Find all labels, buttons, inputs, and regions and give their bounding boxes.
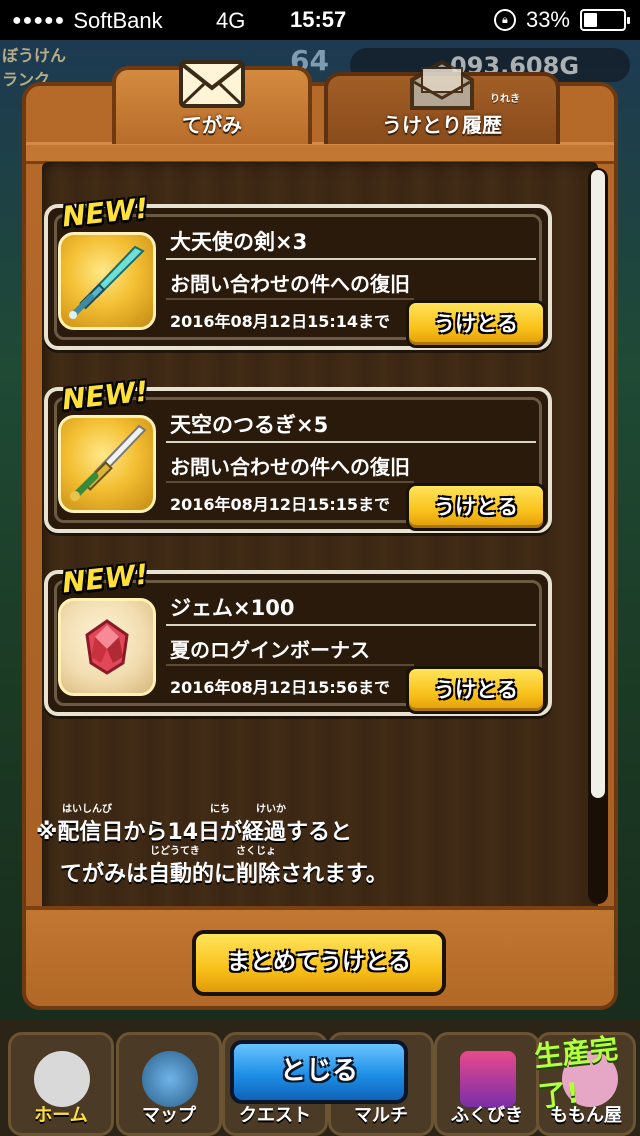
mail-item-title: ジェム×100 [170, 596, 295, 620]
opened-envelope-icon [410, 59, 474, 110]
mail-item-deadline: 2016年08月12日15:15まで [170, 495, 390, 514]
status-right: 🔒︎ 33% [493, 7, 630, 33]
furigana: さくじょ [236, 846, 276, 857]
divider [166, 481, 414, 483]
gem-icon [58, 598, 156, 696]
divider [166, 441, 536, 443]
notice-line-2: てがみは自動的に削除されます。 [60, 862, 388, 887]
sword-icon [69, 245, 145, 319]
treasure-chest-icon [460, 1051, 516, 1107]
mail-item: NEW! 大天使の剣×3 お問い合わせの件への復旧 2016年08月12日15:… [44, 192, 552, 350]
tab-receive-history[interactable]: りれき うけとり履歴 [324, 59, 560, 144]
tab-letters-label: てがみ [182, 113, 242, 137]
nav-home-label: ホーム [34, 1105, 88, 1126]
nav-map-label: マップ [142, 1105, 196, 1126]
mail-item-description: お問い合わせの件への復旧 [170, 272, 410, 296]
battery-icon [580, 9, 630, 31]
carrier-info: ●●●●● SoftBank [12, 8, 163, 34]
notice-line-1: ※配信日から14日が経過すると [36, 820, 353, 845]
tab-letters[interactable]: てがみ [112, 60, 312, 144]
cat-hat-avatar-icon [34, 1051, 90, 1107]
rotation-lock-icon: 🔒︎ [493, 9, 516, 31]
battery-percent: 33% [525, 7, 570, 32]
mail-item-title: 大天使の剣×3 [170, 230, 308, 254]
furigana: にち [210, 804, 230, 815]
nav-quest-label: クエスト [239, 1105, 311, 1126]
receive-button[interactable]: うけとる [406, 300, 546, 348]
receive-button[interactable]: うけとる [406, 483, 546, 531]
red-gem-icon [85, 619, 129, 675]
nav-lottery-label: ふくびき [451, 1105, 523, 1126]
divider [166, 624, 536, 626]
production-complete-label: 生産完了! [532, 1031, 620, 1114]
scrollbar[interactable] [588, 168, 608, 904]
globe-icon [142, 1051, 198, 1107]
nav-map[interactable]: マップ [116, 1032, 222, 1136]
carrier-name: SoftBank [73, 8, 163, 33]
furigana: じどうてき [150, 846, 200, 857]
tab-receive-history-label: うけとり履歴 [382, 113, 502, 137]
envelope-icon [179, 60, 245, 108]
network-type: 4G [216, 8, 246, 33]
nav-home[interactable]: ホーム [8, 1032, 114, 1136]
divider [166, 258, 536, 260]
furigana: はいしんび [62, 804, 112, 815]
status-bar: ●●●●● SoftBank 4G 15:57 🔒︎ 33% [0, 0, 640, 40]
history-ruby: りれき [490, 94, 520, 105]
sword-icon [70, 424, 147, 501]
receive-button[interactable]: うけとる [406, 666, 546, 714]
divider [166, 664, 414, 666]
mail-item-title: 天空のつるぎ×5 [170, 413, 329, 437]
nav-multi-label: マルチ [354, 1105, 408, 1126]
receive-all-button[interactable]: まとめてうけとる [192, 930, 446, 996]
clock: 15:57 [290, 7, 347, 32]
mail-item: NEW! ジェム×100 夏のログインボーナス 2016年08月12日15:56… [44, 558, 552, 716]
furigana: けいか [256, 804, 286, 815]
mail-item-description: お問い合わせの件への復旧 [170, 455, 410, 479]
scrollbar-thumb[interactable] [591, 170, 605, 798]
divider [166, 298, 414, 300]
nav-lottery[interactable]: ふくびき [434, 1032, 540, 1136]
mail-item-description: 夏のログインボーナス [170, 638, 370, 662]
close-button[interactable]: とじる [230, 1040, 408, 1104]
panel-top-trim [26, 142, 614, 164]
sky-sword-icon [58, 415, 156, 513]
mail-item-deadline: 2016年08月12日15:56まで [170, 678, 390, 697]
mail-item-deadline: 2016年08月12日15:14まで [170, 312, 390, 331]
battery-fill [584, 13, 597, 27]
signal-strength-icon: ●●●●● [12, 12, 66, 29]
mail-item: NEW! 天空のつるぎ×5 お問い合わせの件への復旧 2016年08月12日15… [44, 375, 552, 533]
archangel-sword-icon [58, 232, 156, 330]
